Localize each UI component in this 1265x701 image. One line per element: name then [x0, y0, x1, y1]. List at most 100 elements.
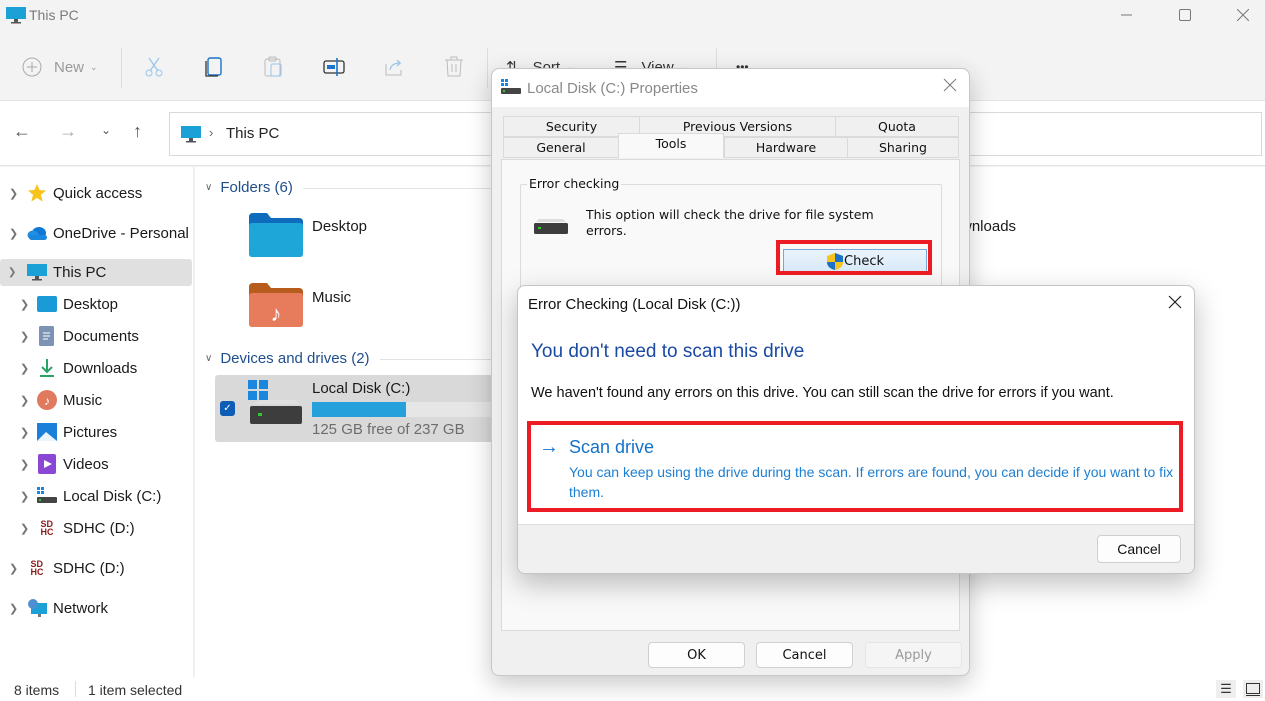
sidebar-item-this-pc[interactable]: ❯ This PC — [0, 259, 192, 286]
chevron-down-icon: ∨ — [205, 182, 213, 193]
maximize-button[interactable] — [1156, 0, 1214, 30]
sidebar-item-local-disk[interactable]: ❯ Local Disk (C:) — [0, 483, 192, 509]
back-button[interactable]: ← — [13, 121, 31, 142]
drive-icon — [248, 380, 302, 429]
error-dialog-close-button[interactable] — [1168, 295, 1182, 312]
share-button[interactable] — [383, 50, 405, 84]
arrow-right-icon: → — [59, 121, 77, 141]
folders-group-header[interactable]: ∨ Folders (6) — [205, 179, 293, 196]
sidebar-item-desktop[interactable]: ❯ Desktop — [0, 291, 192, 317]
drive-free-space: 125 GB free of 237 GB — [312, 421, 465, 438]
check-button[interactable]: Check — [783, 249, 927, 273]
minimize-button[interactable] — [1098, 0, 1156, 30]
selection-checkbox[interactable]: ✓ — [220, 401, 235, 416]
toolbar-divider — [121, 48, 122, 88]
cut-button[interactable] — [143, 50, 165, 84]
error-checking-legend: Error checking — [527, 176, 622, 191]
desktop-folder-icon — [37, 294, 57, 314]
sidebar-item-label: SDHC (D:) — [63, 519, 135, 537]
cloud-icon — [27, 223, 47, 243]
new-button[interactable]: New ⌄ — [22, 50, 98, 84]
sidebar-item-sdhc-root[interactable]: ❯ SD HC SDHC (D:) — [0, 555, 192, 581]
chevron-right-icon: ❯ — [9, 562, 19, 575]
toolbar-divider — [487, 48, 488, 88]
group-divider — [380, 359, 495, 360]
sidebar-item-sdhc[interactable]: ❯ SD HC SDHC (D:) — [0, 515, 192, 541]
item-count: 8 items — [14, 682, 60, 698]
music-icon: ♪ — [37, 390, 57, 410]
chevron-right-icon: ❯ — [9, 187, 19, 200]
error-checking-description: This option will check the drive for fil… — [586, 207, 874, 238]
apply-button[interactable]: Apply — [865, 642, 962, 668]
sidebar-item-videos[interactable]: ❯ Videos — [0, 451, 192, 477]
breadcrumb-this-pc[interactable]: This PC — [226, 125, 279, 142]
chevron-right-icon: ❯ — [20, 490, 30, 503]
chevron-right-icon: ❯ — [20, 426, 30, 439]
scan-drive-link[interactable]: → Scan drive You can keep using the driv… — [535, 434, 1175, 500]
recent-locations-button[interactable]: ⌄ — [101, 123, 111, 137]
check-label: Check — [844, 253, 884, 269]
sidebar-item-documents[interactable]: ❯ Documents — [0, 323, 192, 349]
svg-text:♪: ♪ — [44, 394, 50, 408]
drive-label: Local Disk (C:) — [312, 380, 411, 397]
properties-close-button[interactable] — [943, 78, 957, 95]
chevron-right-icon: ❯ — [20, 330, 30, 343]
sidebar-item-pictures[interactable]: ❯ Pictures — [0, 419, 192, 445]
close-button[interactable] — [1214, 0, 1265, 30]
this-pc-icon — [6, 7, 26, 24]
selection-count: 1 item selected — [88, 682, 183, 698]
navigation-pane: ❯ Quick access ❯ OneDrive - Personal ❯ T… — [0, 167, 194, 677]
error-dialog-body: We haven't found any errors on this driv… — [531, 385, 1114, 401]
sidebar-item-label: Videos — [63, 455, 109, 473]
sidebar-item-downloads[interactable]: ❯ Downloads — [0, 355, 192, 381]
sidebar-item-label: OneDrive - Personal — [53, 224, 189, 242]
sidebar-item-label: Quick access — [53, 184, 143, 202]
star-icon — [27, 183, 47, 203]
tab-hardware[interactable]: Hardware — [724, 137, 848, 158]
window-title: This PC — [29, 7, 79, 23]
minimize-icon — [1121, 14, 1132, 16]
sidebar-item-onedrive[interactable]: ❯ OneDrive - Personal — [0, 220, 192, 246]
details-view-button[interactable]: ☰ — [1216, 680, 1236, 698]
folders-header-label: Folders (6) — [220, 179, 293, 196]
rename-button[interactable] — [323, 50, 347, 84]
close-icon — [1237, 9, 1249, 21]
sidebar-item-label: Local Disk (C:) — [63, 487, 162, 505]
large-icons-view-button[interactable] — [1243, 680, 1263, 698]
forward-button[interactable]: → — [59, 121, 77, 142]
close-icon — [943, 78, 957, 92]
copy-button[interactable] — [203, 50, 225, 84]
sidebar-item-label: Documents — [63, 327, 139, 345]
error-dialog-cancel-button[interactable]: Cancel — [1097, 535, 1181, 563]
sidebar-item-network[interactable]: ❯ Network — [0, 595, 192, 621]
tab-quota[interactable]: Quota — [835, 116, 959, 137]
up-button[interactable]: ↑ — [133, 121, 142, 142]
maximize-icon — [1179, 9, 1191, 21]
tiles-view-icon — [1246, 682, 1260, 696]
sidebar-item-quick-access[interactable]: ❯ Quick access — [0, 180, 192, 206]
desktop-folder-icon — [249, 213, 303, 260]
ok-button[interactable]: OK — [648, 642, 745, 668]
arrow-up-icon: ↑ — [133, 121, 142, 141]
status-divider — [75, 681, 76, 697]
sidebar-item-music[interactable]: ❯ ♪ Music — [0, 387, 192, 413]
group-divider — [303, 188, 495, 189]
tab-general[interactable]: General — [503, 137, 619, 158]
plus-circle-icon — [22, 57, 42, 77]
chevron-right-icon: ❯ — [20, 458, 30, 471]
chevron-right-icon: ❯ — [20, 298, 30, 311]
music-folder-icon: ♪ — [249, 283, 303, 330]
tab-sharing[interactable]: Sharing — [847, 137, 959, 158]
chevron-down-icon: ∨ — [205, 353, 213, 364]
tab-tools[interactable]: Tools — [618, 133, 724, 158]
cancel-button[interactable]: Cancel — [756, 642, 853, 668]
scan-drive-description: You can keep using the drive during the … — [569, 464, 1174, 500]
drive-icon — [533, 217, 569, 238]
sidebar-item-label: Music — [63, 391, 103, 409]
paste-button[interactable] — [263, 50, 285, 84]
delete-button[interactable] — [443, 50, 465, 84]
status-bar: 8 items 1 item selected ☰ — [0, 677, 1265, 701]
drive-usage-bar — [312, 402, 512, 417]
drive-tile-local-disk[interactable]: ✓ Local Disk (C:) 125 GB free of 237 GB — [215, 375, 515, 442]
drives-group-header[interactable]: ∨ Devices and drives (2) — [205, 350, 370, 367]
